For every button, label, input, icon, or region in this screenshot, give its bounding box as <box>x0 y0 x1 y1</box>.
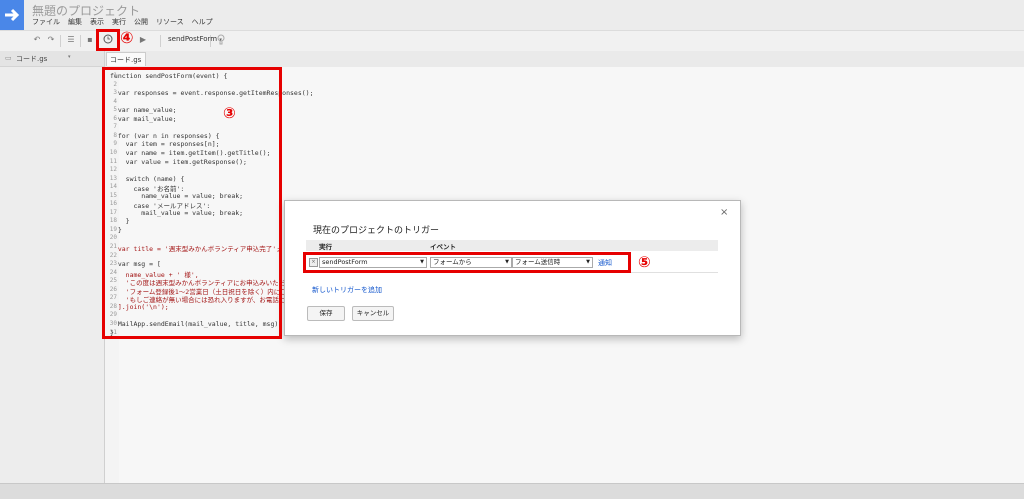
apps-script-logo[interactable] <box>0 0 24 30</box>
tab-label: コード.gs <box>110 56 142 64</box>
chevron-down-icon[interactable]: ▾ <box>68 54 71 60</box>
toolbar-divider <box>80 35 81 47</box>
column-run: 実行 <box>319 243 332 251</box>
toolbar-divider <box>160 35 161 47</box>
menu-view[interactable]: 表示 <box>90 17 104 27</box>
save-icon[interactable]: ▪ <box>84 34 96 46</box>
close-icon[interactable]: × <box>720 207 728 218</box>
menu-edit[interactable]: 編集 <box>68 17 82 27</box>
menu-file[interactable]: ファイル <box>32 17 60 27</box>
sidebar-file-label: コード.gs <box>16 55 48 63</box>
annotation-three: ③ <box>223 104 236 122</box>
undo-icon[interactable]: ↶ <box>31 34 43 46</box>
function-select[interactable]: sendPostForm ▾ <box>168 35 222 43</box>
status-bar <box>0 483 1024 499</box>
file-icon: ▭ <box>5 54 12 62</box>
add-trigger-link[interactable]: 新しいトリガーを追加 <box>312 285 382 295</box>
menu-bar: ファイル 編集 表示 実行 公開 リソース ヘルプ <box>32 17 213 27</box>
sidebar-file-item[interactable]: ▭ コード.gs ▾ <box>0 51 104 67</box>
debug-icon[interactable]: ▶ <box>137 34 149 46</box>
redo-icon[interactable]: ↷ <box>45 34 57 46</box>
indent-icon[interactable]: ☰ <box>65 34 77 46</box>
function-select-value: sendPostForm <box>168 35 218 43</box>
chevron-down-icon: ▾ <box>219 37 222 43</box>
dialog-title: 現在のプロジェクトのトリガー <box>313 226 440 236</box>
annotation-five: ⑤ <box>638 253 651 271</box>
save-button[interactable]: 保存 <box>307 306 345 321</box>
column-event: イベント <box>430 243 456 251</box>
trigger-icon-highlight-box <box>96 29 120 51</box>
tab-bar <box>105 51 1024 68</box>
trigger-row-highlight-box <box>303 252 631 273</box>
annotation-four: ④ <box>120 28 134 47</box>
toolbar: ↶ ↷ ☰ ▪ ▶ <box>0 30 1024 52</box>
code-highlight-box <box>102 67 282 339</box>
toolbar-divider <box>60 35 61 47</box>
menu-run[interactable]: 実行 <box>112 17 126 27</box>
trigger-table-header: 実行 イベント <box>306 240 718 251</box>
cancel-button[interactable]: キャンセル <box>352 306 394 321</box>
menu-help[interactable]: ヘルプ <box>192 17 213 27</box>
tab-code-gs[interactable]: コード.gs × <box>106 52 146 78</box>
arrow-icon <box>5 8 20 22</box>
menu-publish[interactable]: 公開 <box>134 17 148 27</box>
menu-resources[interactable]: リソース <box>156 17 184 27</box>
file-sidebar <box>0 51 105 483</box>
